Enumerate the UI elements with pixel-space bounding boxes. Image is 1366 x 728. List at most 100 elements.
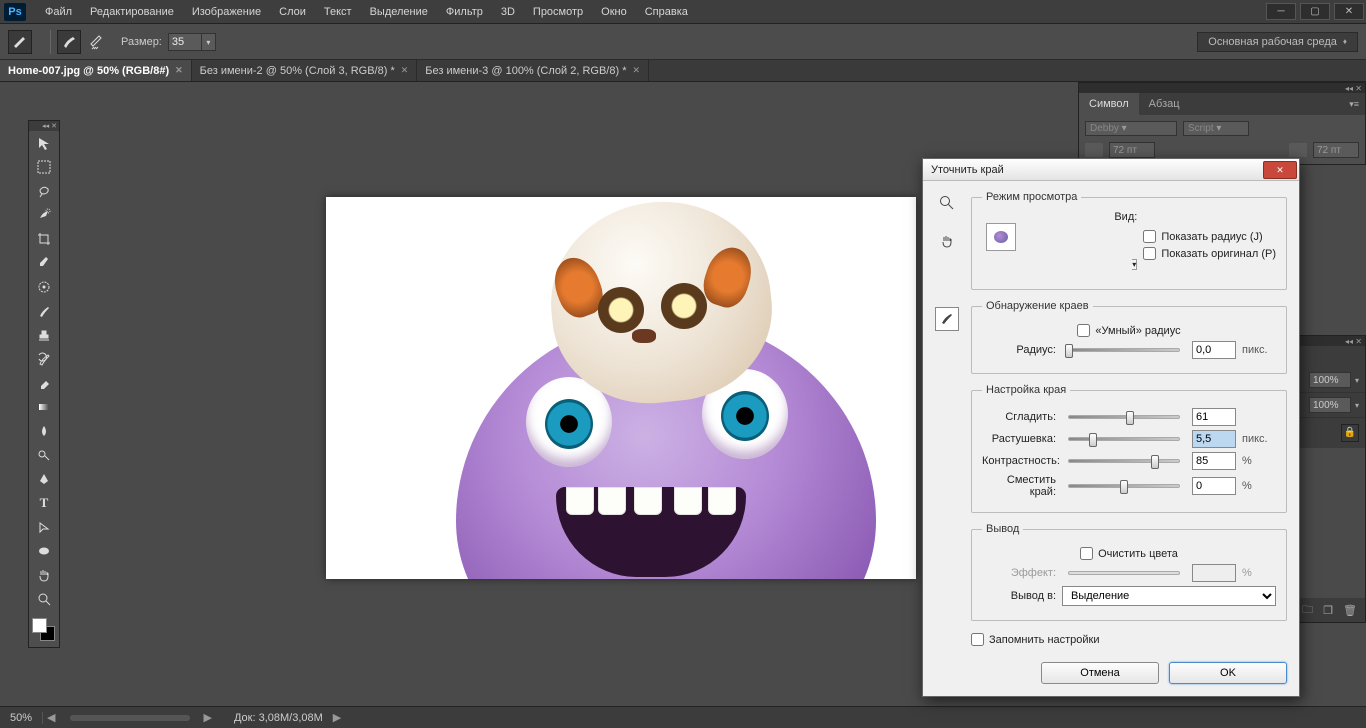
prev-icon[interactable]: ◀ <box>43 711 59 724</box>
lock-icon[interactable]: 🔒 <box>1341 424 1359 442</box>
lasso-tool[interactable] <box>29 179 59 203</box>
path-select-tool[interactable] <box>29 515 59 539</box>
radius-input[interactable] <box>1192 341 1236 359</box>
menu-filter[interactable]: Фильтр <box>437 0 492 24</box>
feather-unit: пикс. <box>1242 433 1276 445</box>
font-size-input[interactable] <box>1109 142 1155 158</box>
menu-help[interactable]: Справка <box>636 0 697 24</box>
zoom-tool[interactable] <box>29 587 59 611</box>
smart-radius-checkbox[interactable]: «Умный» радиус <box>1077 324 1180 337</box>
foreground-color[interactable] <box>32 618 47 633</box>
fill-input[interactable] <box>1309 397 1351 413</box>
toolbox-collapse[interactable]: ◂◂ ✕ <box>29 121 59 131</box>
menu-view[interactable]: Просмотр <box>524 0 592 24</box>
pen-tool[interactable] <box>29 467 59 491</box>
brush-settings-icon[interactable] <box>85 30 109 54</box>
dialog-close-button[interactable]: ✕ <box>1263 161 1297 179</box>
contrast-input[interactable] <box>1192 452 1236 470</box>
menu-file[interactable]: Файл <box>36 0 81 24</box>
close-icon[interactable]: ✕ <box>175 65 183 76</box>
brush-size-input[interactable] <box>168 33 202 51</box>
brush-preset-button[interactable] <box>57 30 81 54</box>
eraser-tool[interactable] <box>29 371 59 395</box>
color-swatches[interactable] <box>29 617 59 647</box>
font-style-select[interactable]: Script <box>1183 121 1249 136</box>
blur-tool[interactable] <box>29 419 59 443</box>
quick-select-tool[interactable] <box>29 203 59 227</box>
new-group-icon[interactable]: 🗀 <box>1302 601 1313 620</box>
refine-brush-icon[interactable] <box>935 307 959 331</box>
stamp-tool[interactable] <box>29 323 59 347</box>
close-icon[interactable]: ✕ <box>632 65 640 76</box>
view-mode-thumb[interactable] <box>986 223 1016 251</box>
opacity-input[interactable] <box>1309 372 1351 388</box>
shape-tool[interactable] <box>29 539 59 563</box>
panel-menu-icon[interactable]: ▾≡ <box>1343 99 1365 110</box>
marquee-tool[interactable] <box>29 155 59 179</box>
close-icon[interactable]: ✕ <box>401 65 409 76</box>
window-close-button[interactable] <box>1334 3 1364 20</box>
view-mode-dropdown[interactable]: ▾ <box>1132 259 1137 270</box>
menu-3d[interactable]: 3D <box>492 0 524 24</box>
cancel-button[interactable]: Отмена <box>1041 662 1159 684</box>
feather-input[interactable] <box>1192 430 1236 448</box>
contrast-slider[interactable] <box>1068 459 1180 463</box>
document-tab[interactable]: Home-007.jpg @ 50% (RGB/8#) ✕ <box>0 60 192 81</box>
gradient-tool[interactable] <box>29 395 59 419</box>
tab-character[interactable]: Символ <box>1079 93 1139 115</box>
hand-icon[interactable] <box>935 229 959 253</box>
tab-paragraph[interactable]: Абзац <box>1139 93 1190 115</box>
info-menu-icon[interactable]: ▶ <box>329 711 345 724</box>
history-brush-tool[interactable] <box>29 347 59 371</box>
decontaminate-checkbox[interactable]: Очистить цвета <box>1080 547 1178 560</box>
menu-window[interactable]: Окно <box>592 0 636 24</box>
document-canvas[interactable] <box>326 197 916 579</box>
dodge-tool[interactable] <box>29 443 59 467</box>
window-maximize-button[interactable] <box>1300 3 1330 20</box>
toolbox: ◂◂ ✕ T <box>28 120 60 648</box>
new-layer-icon[interactable]: ❐ <box>1323 604 1333 617</box>
zoom-icon[interactable] <box>935 191 959 215</box>
output-legend: Вывод <box>982 523 1023 535</box>
remember-settings-checkbox[interactable]: Запомнить настройки <box>971 633 1287 646</box>
menu-edit[interactable]: Редактирование <box>81 0 183 24</box>
crop-tool[interactable] <box>29 227 59 251</box>
hand-tool[interactable] <box>29 563 59 587</box>
next-icon[interactable]: ▶ <box>200 711 216 724</box>
leading-input[interactable] <box>1313 142 1359 158</box>
menu-layers[interactable]: Слои <box>270 0 315 24</box>
workspace-switcher[interactable]: Основная рабочая среда <box>1197 32 1358 52</box>
shift-edge-slider[interactable] <box>1068 484 1180 488</box>
document-tab-title: Без имени-2 @ 50% (Слой 3, RGB/8) * <box>200 65 395 77</box>
menu-image[interactable]: Изображение <box>183 0 270 24</box>
menu-type[interactable]: Текст <box>315 0 361 24</box>
eyedropper-tool[interactable] <box>29 251 59 275</box>
font-family-select[interactable]: Debby <box>1085 121 1177 136</box>
show-original-checkbox[interactable]: Показать оригинал (P) <box>1143 247 1276 260</box>
feather-slider[interactable] <box>1068 437 1180 441</box>
document-tab[interactable]: Без имени-2 @ 50% (Слой 3, RGB/8) * ✕ <box>192 60 418 81</box>
zoom-level[interactable]: 50% <box>0 712 43 724</box>
shift-edge-input[interactable] <box>1192 477 1236 495</box>
output-to-select[interactable]: Выделение <box>1062 586 1276 606</box>
menu-select[interactable]: Выделение <box>361 0 437 24</box>
brush-tool[interactable] <box>29 299 59 323</box>
type-tool[interactable]: T <box>29 491 59 515</box>
window-minimize-button[interactable] <box>1266 3 1296 20</box>
document-tab[interactable]: Без имени-3 @ 100% (Слой 2, RGB/8) * ✕ <box>417 60 649 81</box>
smooth-input[interactable] <box>1192 408 1236 426</box>
ok-button[interactable]: OK <box>1169 662 1287 684</box>
smooth-slider[interactable] <box>1068 415 1180 419</box>
app-logo: Ps <box>4 3 26 21</box>
move-tool[interactable] <box>29 131 59 155</box>
show-radius-checkbox[interactable]: Показать радиус (J) <box>1143 230 1276 243</box>
brush-size-dropdown[interactable]: ▾ <box>202 33 216 51</box>
dialog-titlebar[interactable]: Уточнить край ✕ <box>923 159 1299 181</box>
spot-heal-tool[interactable] <box>29 275 59 299</box>
menubar: Ps Файл Редактирование Изображение Слои … <box>0 0 1366 24</box>
panel-collapse-button[interactable]: ◂◂ ✕ <box>1079 83 1365 93</box>
zoom-slider[interactable] <box>70 715 190 721</box>
tool-preset-button[interactable] <box>8 30 32 54</box>
delete-layer-icon[interactable]: 🗑 <box>1343 604 1357 617</box>
radius-slider[interactable] <box>1068 348 1180 352</box>
